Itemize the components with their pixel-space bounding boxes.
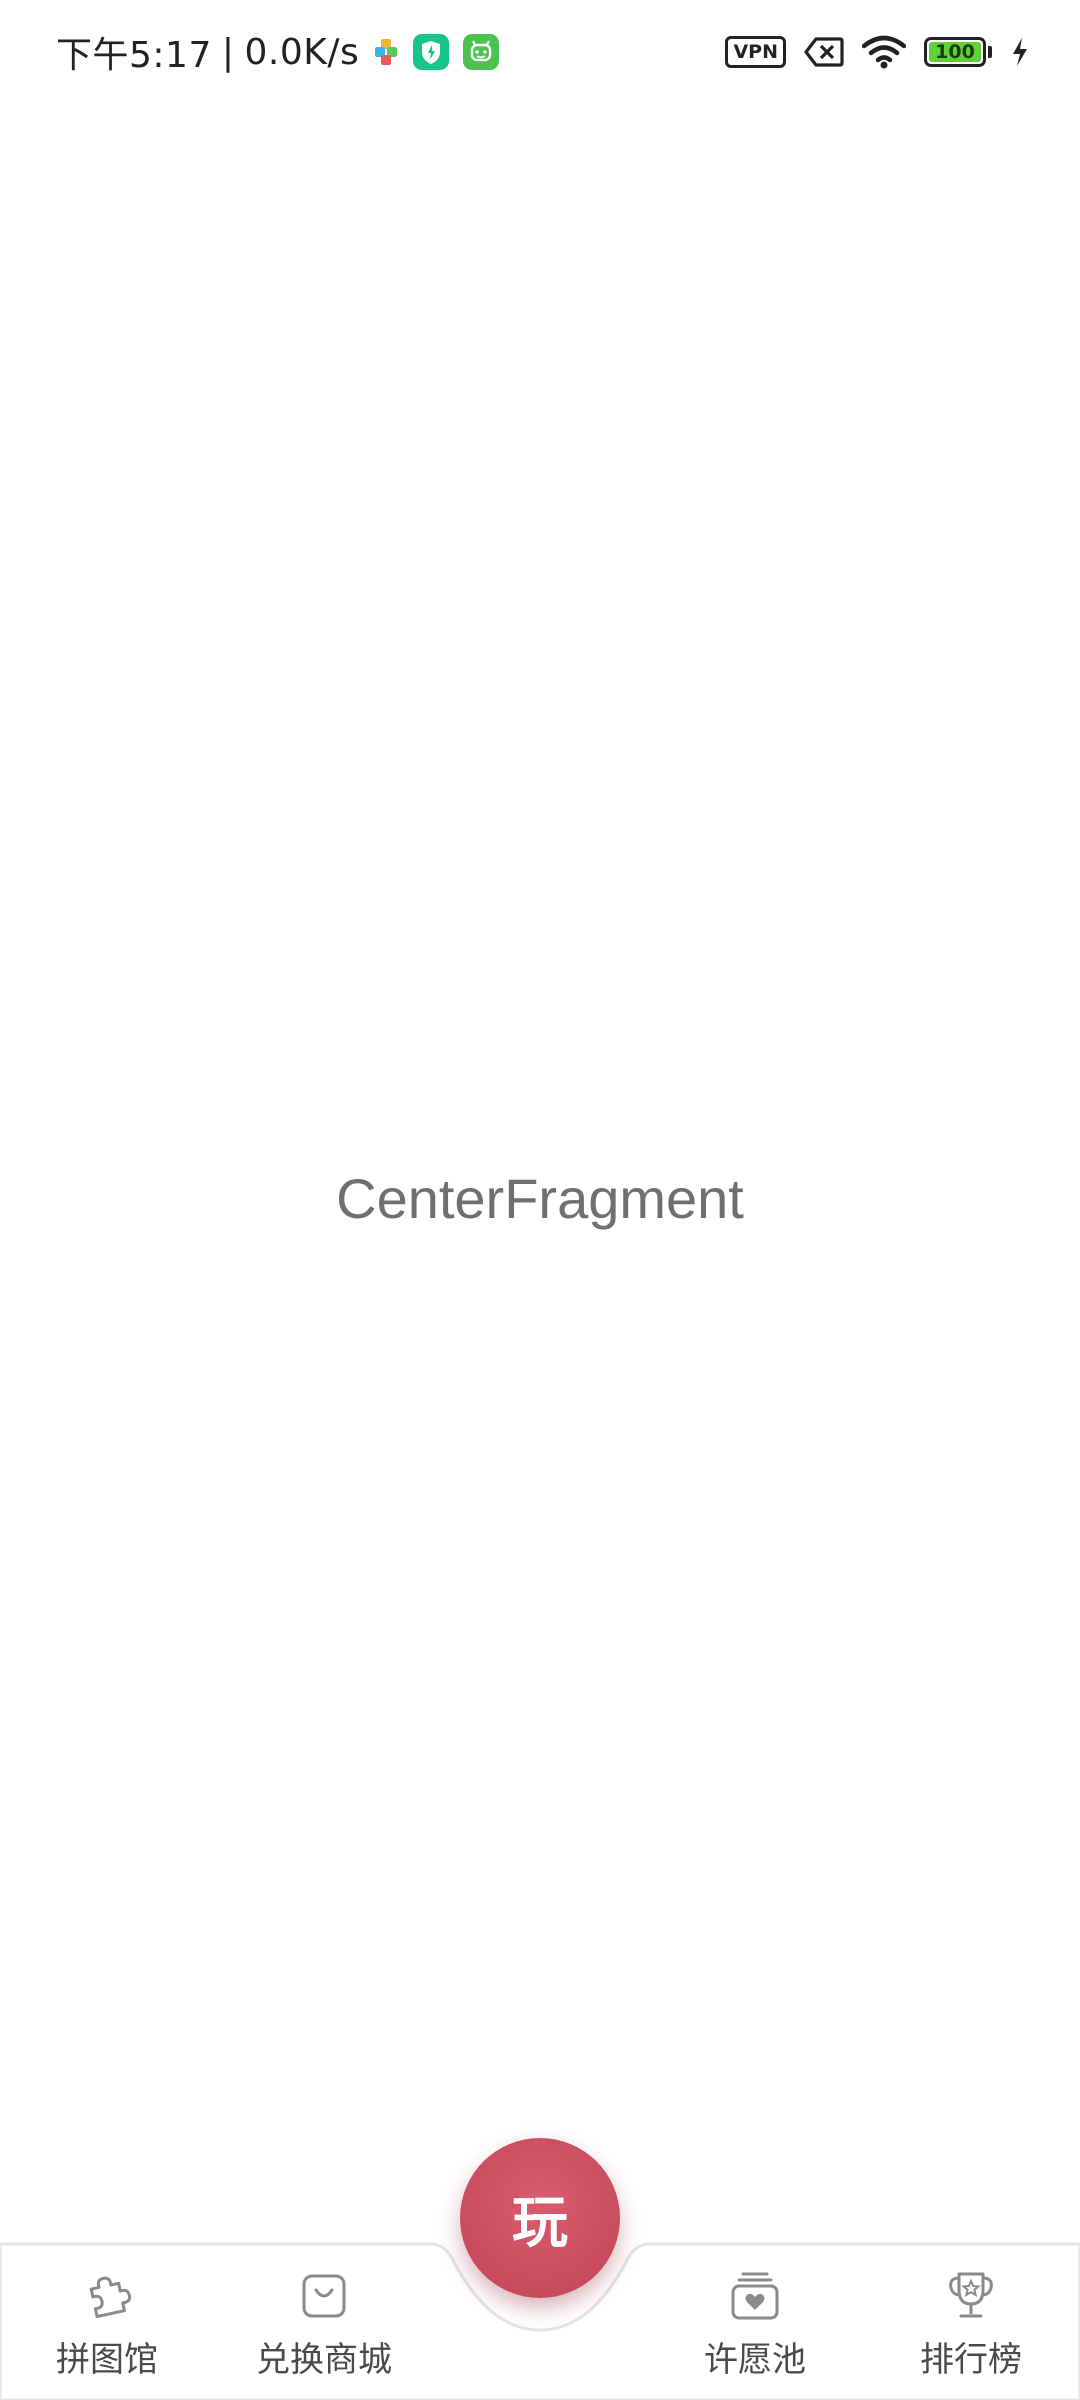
- charging-bolt-icon: [1013, 38, 1027, 66]
- wifi-icon: [862, 35, 906, 69]
- status-time: 下午5:17: [56, 35, 212, 76]
- wish-heart-icon: [731, 2272, 779, 2320]
- nav-item-wishing-pool[interactable]: 许愿池: [655, 2238, 855, 2400]
- status-left: 下午5:17 | 0.0K/s: [56, 24, 500, 80]
- puzzle-app-icon: [375, 39, 398, 65]
- nav-item-puzzle-hall[interactable]: 拼图馆: [7, 2238, 207, 2400]
- status-separator: |: [221, 31, 235, 73]
- shield-app-icon: [413, 34, 450, 70]
- nav-label-puzzle-hall: 拼图馆: [56, 2340, 158, 2380]
- battery-icon: 100: [924, 37, 986, 67]
- net-speed: 0.0K/s: [244, 31, 360, 73]
- puzzle-icon: [89, 2276, 132, 2319]
- shopping-bag-icon: [302, 2274, 346, 2318]
- trophy-icon: [949, 2272, 993, 2318]
- play-button[interactable]: 玩: [460, 2138, 620, 2298]
- battery-level: 100: [935, 41, 975, 63]
- notification-icons: [373, 34, 500, 70]
- status-bar: 下午5:17 | 0.0K/s VPN 100: [0, 0, 1080, 100]
- nav-item-leaderboard[interactable]: 排行榜: [871, 2238, 1071, 2400]
- nav-label-exchange-mall: 兑换商城: [256, 2340, 392, 2380]
- battery-group: 100: [924, 37, 992, 67]
- no-sim-icon: [804, 37, 844, 67]
- center-fragment-text: CenterFragment: [336, 1167, 744, 1230]
- nav-item-exchange-mall[interactable]: 兑换商城: [224, 2238, 424, 2400]
- screen: 下午5:17 | 0.0K/s VPN 100 CenterFragment 拼…: [0, 0, 1080, 2400]
- android-app-icon: [463, 34, 500, 70]
- nav-label-wishing-pool: 许愿池: [704, 2340, 806, 2380]
- battery-tip: [988, 46, 992, 58]
- status-right: VPN 100: [725, 28, 1030, 76]
- nav-label-leaderboard: 排行榜: [920, 2340, 1022, 2380]
- vpn-icon: VPN: [725, 36, 786, 68]
